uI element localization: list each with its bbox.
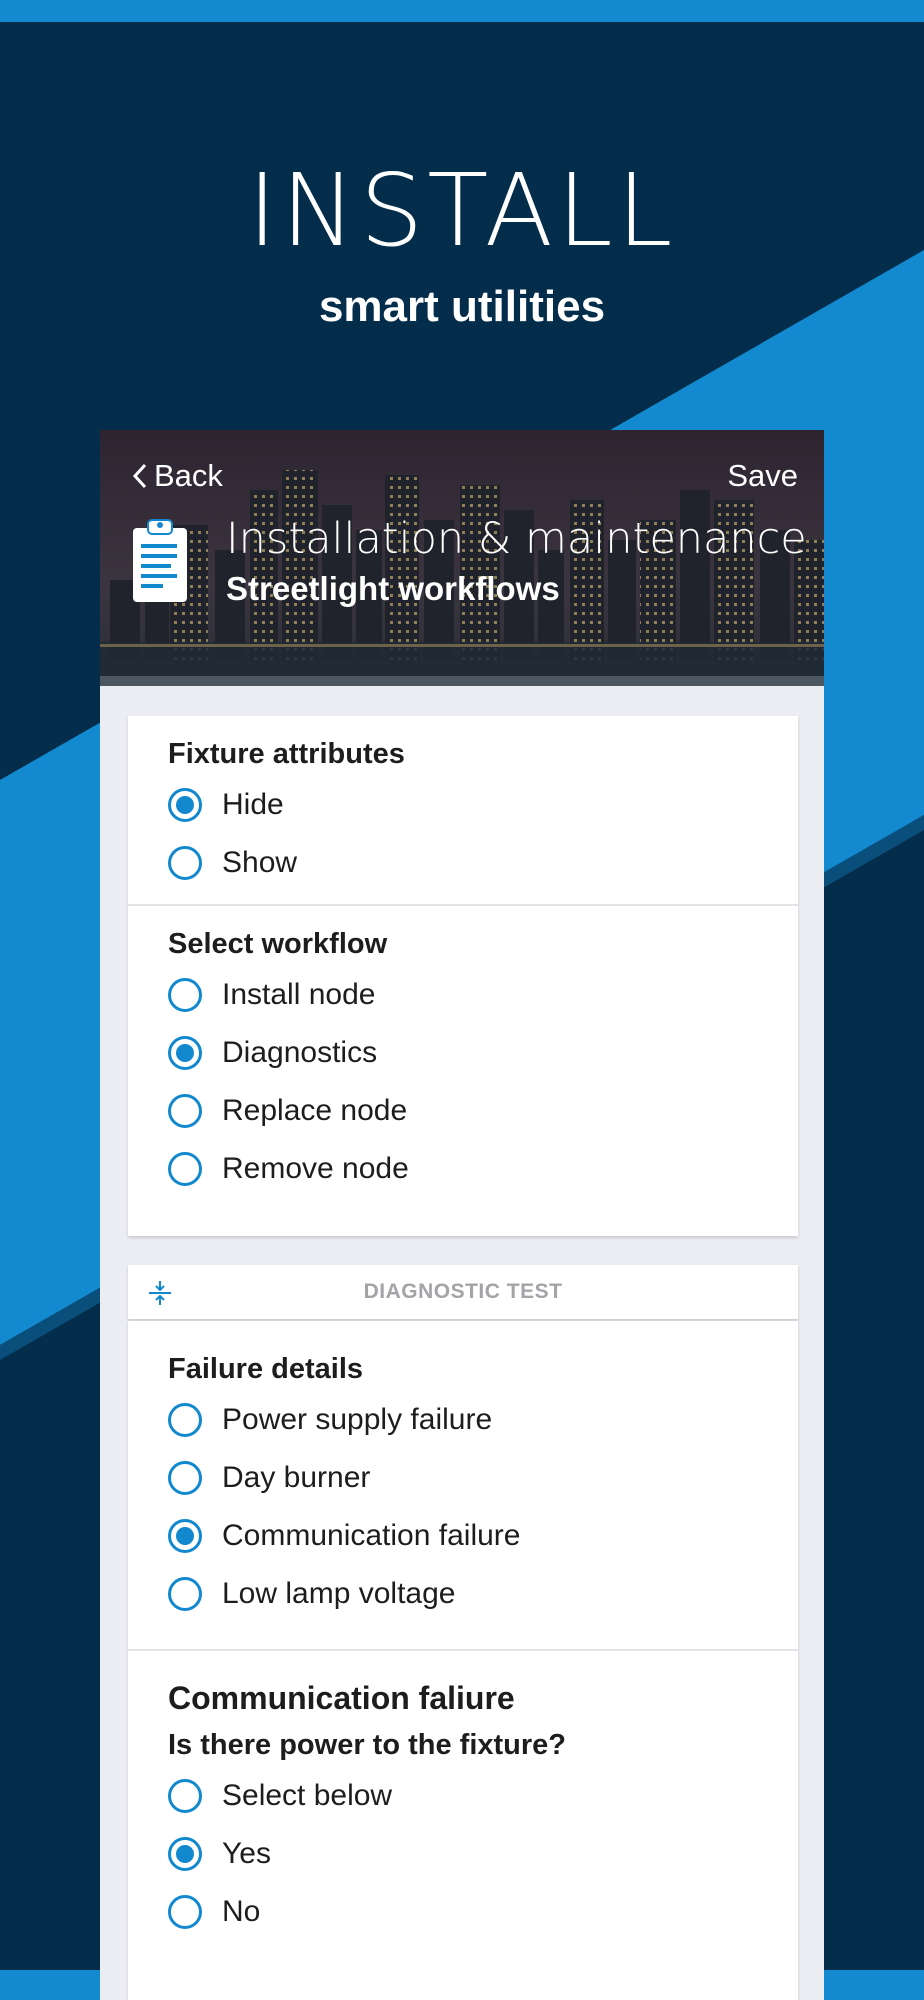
radio-button[interactable] xyxy=(168,1895,202,1929)
radio-option-yes[interactable]: Yes xyxy=(168,1825,798,1883)
option-label: Yes xyxy=(222,1837,271,1870)
radio-button[interactable] xyxy=(168,1094,202,1128)
select-workflow-section: Select workflow Install node Diagnostics… xyxy=(128,906,798,1198)
option-label: Power supply failure xyxy=(222,1403,493,1436)
radio-option-remove-node[interactable]: Remove node xyxy=(168,1140,798,1198)
radio-option-no[interactable]: No xyxy=(168,1883,798,1941)
power-question: Is there power to the fixture? xyxy=(168,1729,566,1761)
option-label: Hide xyxy=(222,788,284,821)
app-header: Back Save Installation & maintenance Str… xyxy=(100,430,824,686)
option-label: Remove node xyxy=(222,1152,409,1185)
header-divider xyxy=(100,676,824,686)
radio-option-diagnostics[interactable]: Diagnostics xyxy=(168,1024,798,1082)
radio-option-power-supply-failure[interactable]: Power supply failure xyxy=(168,1391,798,1449)
communication-failure-section: Communication faliure Is there power to … xyxy=(128,1651,798,1941)
radio-option-communication-failure[interactable]: Communication failure xyxy=(168,1507,798,1565)
header-title: Installation & maintenance xyxy=(226,514,807,564)
radio-button[interactable] xyxy=(168,1403,202,1437)
header-subtitle: Streetlight workflows xyxy=(226,570,560,607)
radio-button[interactable] xyxy=(168,1036,202,1070)
radio-option-low-lamp-voltage[interactable]: Low lamp voltage xyxy=(168,1565,798,1623)
option-label: Day burner xyxy=(222,1461,371,1494)
option-label: Show xyxy=(222,846,298,879)
radio-option-show[interactable]: Show xyxy=(168,834,798,892)
radio-option-install-node[interactable]: Install node xyxy=(168,966,798,1024)
communication-failure-title: Communication faliure xyxy=(168,1680,515,1716)
chevron-left-icon xyxy=(132,463,147,489)
radio-button[interactable] xyxy=(168,788,202,822)
app-screen: Back Save Installation & maintenance Str… xyxy=(100,430,824,2000)
option-label: Communication failure xyxy=(222,1519,521,1552)
fixture-attributes-title: Fixture attributes xyxy=(168,738,405,770)
radio-button[interactable] xyxy=(168,1461,202,1495)
option-label: Replace node xyxy=(222,1094,408,1127)
failure-details-section: Failure details Power supply failure Day… xyxy=(128,1321,798,1623)
radio-button[interactable] xyxy=(168,1152,202,1186)
hero-title: INSTALL xyxy=(247,152,677,269)
option-label: Select below xyxy=(222,1779,393,1812)
diagnostic-test-bar[interactable]: DIAGNOSTIC TEST xyxy=(128,1265,798,1319)
radio-option-replace-node[interactable]: Replace node xyxy=(168,1082,798,1140)
option-label: Low lamp voltage xyxy=(222,1577,456,1610)
fixture-attributes-section: Fixture attributes Hide Show xyxy=(128,716,798,892)
back-label: Back xyxy=(154,458,223,493)
failure-details-title: Failure details xyxy=(168,1353,364,1385)
radio-button[interactable] xyxy=(168,1519,202,1553)
option-label: No xyxy=(222,1895,261,1928)
radio-button[interactable] xyxy=(168,1779,202,1813)
clipboard-icon xyxy=(133,519,187,602)
radio-option-select-below[interactable]: Select below xyxy=(168,1767,798,1825)
diagnostic-card: Failure details Power supply failure Day… xyxy=(128,1321,798,2000)
diagnostic-test-label: DIAGNOSTIC TEST xyxy=(363,1280,563,1303)
select-workflow-title: Select workflow xyxy=(168,928,388,960)
radio-button[interactable] xyxy=(168,1577,202,1611)
option-label: Install node xyxy=(222,978,376,1011)
option-label: Diagnostics xyxy=(222,1036,378,1069)
back-button[interactable]: Back xyxy=(132,458,223,494)
radio-button[interactable] xyxy=(168,1837,202,1871)
workflow-card: Fixture attributes Hide Show Select work… xyxy=(128,716,798,1236)
radio-button[interactable] xyxy=(168,846,202,880)
radio-option-day-burner[interactable]: Day burner xyxy=(168,1449,798,1507)
save-button[interactable]: Save xyxy=(727,458,798,494)
radio-option-hide[interactable]: Hide xyxy=(168,776,798,834)
radio-button[interactable] xyxy=(168,978,202,1012)
hero-subtitle: smart utilities xyxy=(318,282,606,331)
